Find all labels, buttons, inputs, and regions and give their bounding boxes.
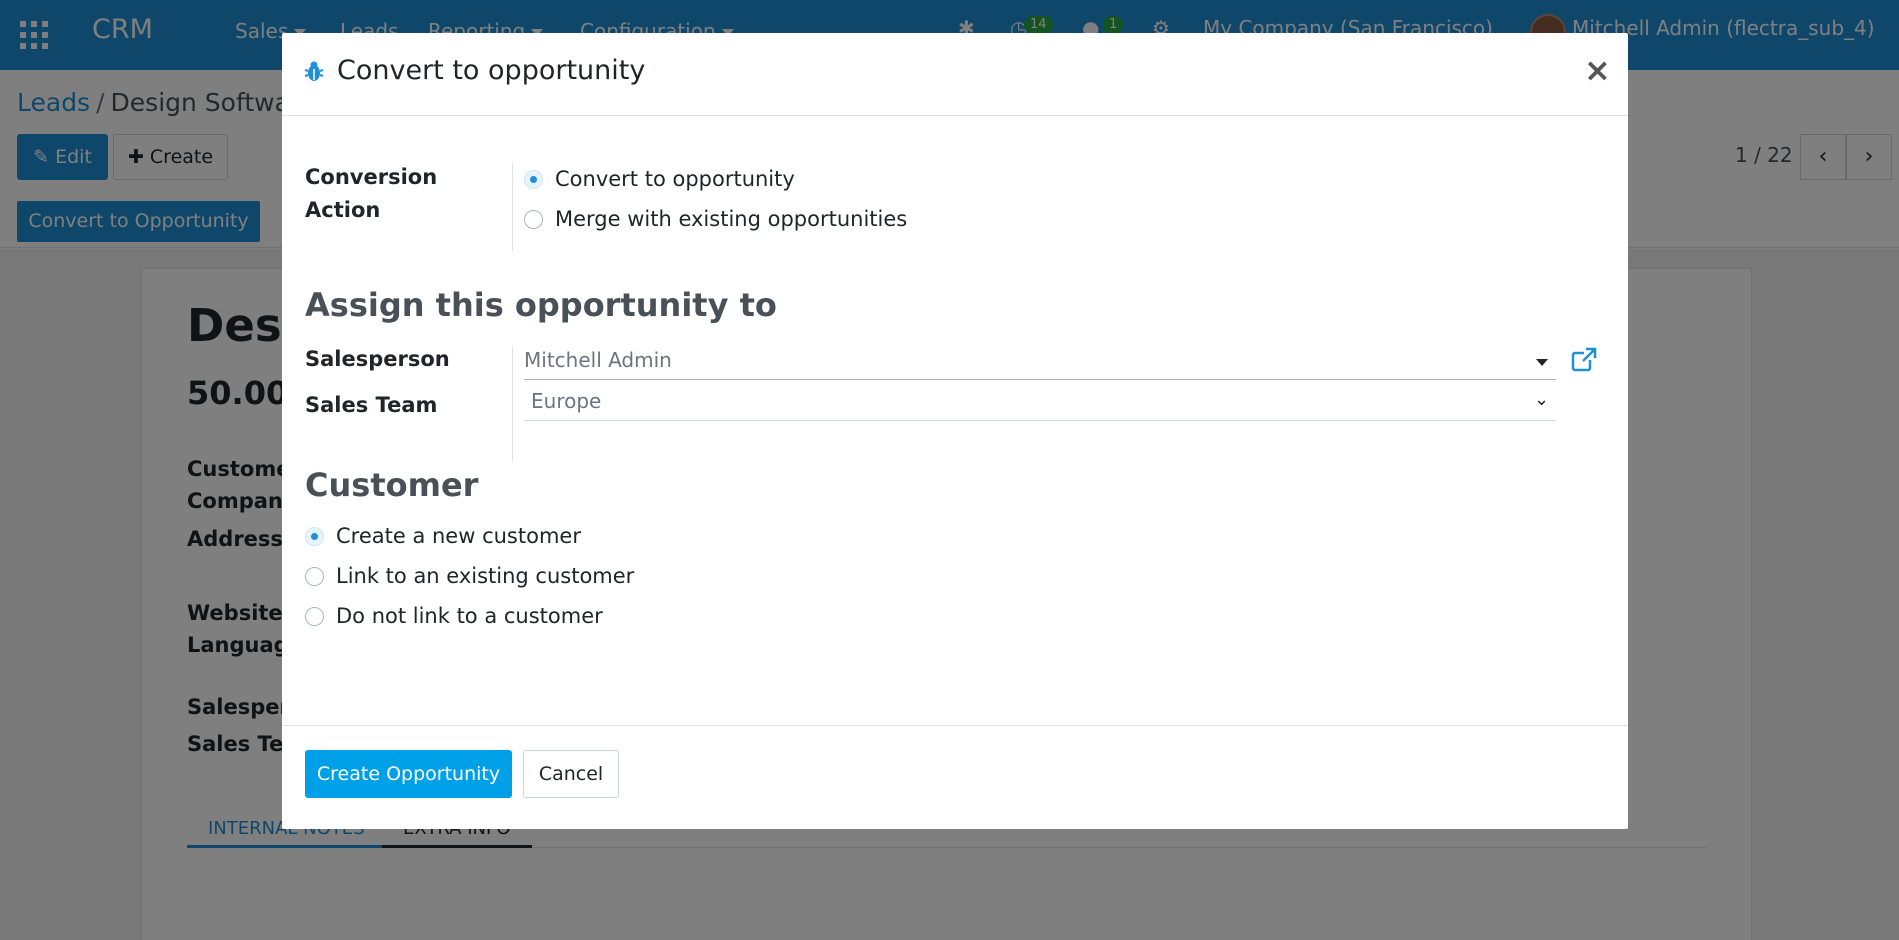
convert-dialog: Convert to opportunity × Conversion Acti… xyxy=(282,33,1628,829)
assign-section-title: Assign this opportunity to xyxy=(305,286,777,324)
radio-convert-to-opportunity[interactable]: Convert to opportunity xyxy=(524,164,795,194)
radio-merge-opportunities[interactable]: Merge with existing opportunities xyxy=(524,204,907,234)
external-link-icon[interactable] xyxy=(1570,346,1598,374)
radio-label: Merge with existing opportunities xyxy=(555,207,908,231)
sales-team-value: Europe xyxy=(531,389,602,413)
radio-unchecked-icon[interactable] xyxy=(305,606,324,626)
sales-team-select[interactable]: Europe ⌄ xyxy=(524,385,1556,421)
close-icon[interactable]: × xyxy=(1584,51,1611,89)
dialog-title: Convert to opportunity xyxy=(337,55,646,86)
sales-team-label: Sales Team xyxy=(305,393,438,417)
radio-unchecked-icon[interactable] xyxy=(305,566,324,586)
create-opportunity-button[interactable]: Create Opportunity xyxy=(305,750,512,798)
radio-label: Convert to opportunity xyxy=(555,167,795,191)
salesperson-label: Salesperson xyxy=(305,347,450,371)
radio-label: Do not link to a customer xyxy=(336,604,603,628)
radio-label: Link to an existing customer xyxy=(336,564,635,588)
field-separator xyxy=(512,346,513,462)
conversion-action-label: Conversion Action xyxy=(305,165,438,222)
radio-checked-icon[interactable] xyxy=(305,526,324,546)
salesperson-value: Mitchell Admin xyxy=(524,348,672,372)
radio-do-not-link-customer[interactable]: Do not link to a customer xyxy=(305,601,603,631)
dialog-footer: Create Opportunity Cancel xyxy=(282,725,1628,829)
salesperson-field[interactable]: Mitchell Admin xyxy=(524,344,1556,380)
dialog-header: Convert to opportunity × xyxy=(282,33,1628,116)
cancel-button[interactable]: Cancel xyxy=(523,750,619,798)
radio-checked-icon[interactable] xyxy=(524,169,543,189)
customer-section-title: Customer xyxy=(305,466,479,504)
radio-label: Create a new customer xyxy=(336,524,581,548)
radio-create-new-customer[interactable]: Create a new customer xyxy=(305,521,581,551)
radio-link-existing-customer[interactable]: Link to an existing customer xyxy=(305,561,634,591)
dropdown-caret-icon[interactable] xyxy=(1536,359,1548,366)
chevron-down-icon[interactable]: ⌄ xyxy=(1534,389,1549,410)
radio-unchecked-icon[interactable] xyxy=(524,209,543,229)
field-separator xyxy=(512,163,513,251)
bug-icon xyxy=(304,61,324,81)
